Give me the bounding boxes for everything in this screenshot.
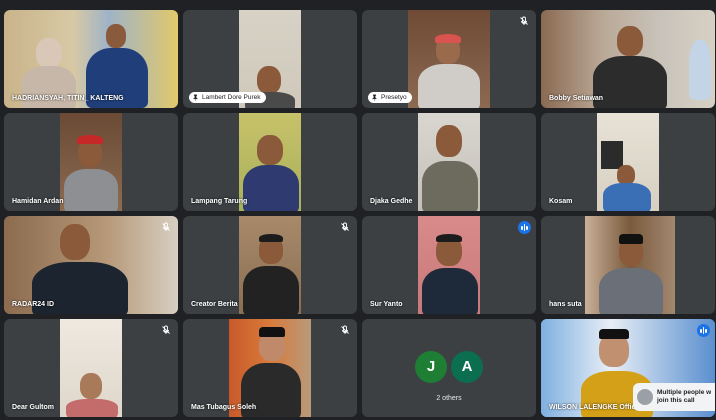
participant-video bbox=[541, 10, 715, 108]
join-notification-text: Multiple people w join this call bbox=[657, 389, 711, 405]
pin-icon bbox=[371, 94, 378, 101]
participant-name: Lampang Tarung bbox=[191, 198, 248, 205]
participant-tile[interactable]: WILSON LALENGKE Offic Multiple people w … bbox=[541, 319, 715, 417]
avatar bbox=[637, 389, 653, 405]
speaking-indicator-icon bbox=[518, 221, 531, 234]
participant-name: RADAR24 ID bbox=[12, 301, 55, 308]
participant-name: Presetyo bbox=[381, 94, 407, 101]
notification-line: join this call bbox=[657, 397, 695, 404]
participant-tile[interactable]: Bobby Setiawan bbox=[541, 10, 715, 108]
participant-name-pill: Presetyo bbox=[368, 92, 412, 103]
participant-tile[interactable]: Djaka Gedhe bbox=[362, 113, 536, 211]
participant-video bbox=[60, 113, 122, 211]
participant-video bbox=[418, 216, 480, 314]
avatar: J bbox=[415, 350, 447, 383]
participant-tile[interactable]: Lambert Dore Purek bbox=[183, 10, 357, 108]
others-avatars: J A bbox=[415, 350, 483, 383]
participant-video bbox=[408, 10, 490, 108]
avatar: A bbox=[451, 350, 483, 383]
participant-tile[interactable]: Creator Berita bbox=[183, 216, 357, 314]
participant-name: Mas Tubagus Soleh bbox=[191, 404, 257, 411]
mic-off-icon bbox=[162, 325, 170, 334]
participant-name: Lambert Dore Purek bbox=[202, 94, 261, 101]
speaking-indicator-icon bbox=[697, 324, 710, 337]
mic-off-icon bbox=[520, 16, 528, 25]
join-notification[interactable]: Multiple people w join this call bbox=[633, 383, 715, 411]
participant-tile[interactable]: Sur Yanto bbox=[362, 216, 536, 314]
participant-name: Sur Yanto bbox=[370, 301, 403, 308]
participant-tile[interactable]: Dear Gultom bbox=[4, 319, 178, 417]
notification-line: Multiple people w bbox=[657, 388, 712, 396]
others-tile[interactable]: J A 2 others bbox=[362, 319, 536, 417]
mic-off-icon bbox=[341, 222, 349, 231]
participant-tile[interactable]: Kosam bbox=[541, 113, 715, 211]
participant-video bbox=[418, 113, 480, 211]
participant-name: HADRIANSYAH, TITIN_ KALTENG bbox=[12, 95, 124, 102]
mic-off-icon bbox=[162, 222, 170, 231]
participant-name-pill: Lambert Dore Purek bbox=[189, 92, 266, 103]
participant-name: hans suta bbox=[549, 301, 582, 308]
participant-name: Bobby Setiawan bbox=[549, 95, 604, 102]
participant-tile[interactable]: Lampang Tarung bbox=[183, 113, 357, 211]
participant-name: Hamidan Ardan bbox=[12, 198, 64, 205]
participant-tile[interactable]: Presetyo bbox=[362, 10, 536, 108]
participant-video bbox=[4, 10, 178, 108]
participant-video bbox=[239, 113, 301, 211]
participant-name: Creator Berita bbox=[191, 301, 238, 308]
participant-video bbox=[239, 216, 301, 314]
participant-video bbox=[229, 319, 311, 417]
participant-video bbox=[585, 216, 675, 314]
participant-tile[interactable]: Mas Tubagus Soleh bbox=[183, 319, 357, 417]
participant-name: Djaka Gedhe bbox=[370, 198, 413, 205]
participant-video bbox=[60, 319, 122, 417]
participant-tile[interactable]: RADAR24 ID bbox=[4, 216, 178, 314]
others-count-label: 2 others bbox=[436, 394, 462, 402]
participant-video bbox=[4, 216, 178, 314]
participant-grid: HADRIANSYAH, TITIN_ KALTENG Lambert Dore… bbox=[4, 10, 715, 418]
participant-video bbox=[597, 113, 659, 211]
participant-name: Dear Gultom bbox=[12, 404, 55, 411]
mic-off-icon bbox=[341, 325, 349, 334]
participant-name: Kosam bbox=[549, 198, 573, 205]
participant-name: WILSON LALENGKE Offic bbox=[549, 404, 636, 411]
participant-tile[interactable]: Hamidan Ardan bbox=[4, 113, 178, 211]
participant-tile[interactable]: HADRIANSYAH, TITIN_ KALTENG bbox=[4, 10, 178, 108]
participant-tile[interactable]: hans suta bbox=[541, 216, 715, 314]
pin-icon bbox=[192, 94, 199, 101]
